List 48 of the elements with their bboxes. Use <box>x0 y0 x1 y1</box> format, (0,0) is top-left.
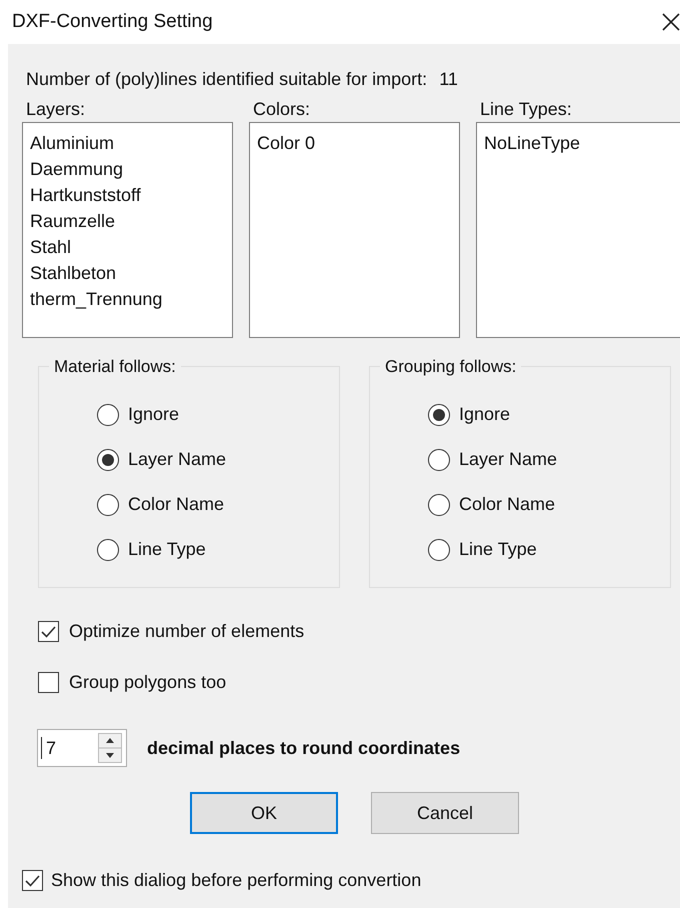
radio-button[interactable] <box>428 494 450 516</box>
radio-label: Line Type <box>459 538 537 561</box>
radio-label: Layer Name <box>459 448 558 471</box>
radio-label: Color Name <box>459 493 556 516</box>
radio-label: Color Name <box>128 493 224 516</box>
count-value: 11 <box>439 68 458 91</box>
list-box[interactable]: Aluminium Daemmung Hartkunststoff Raumzelle Stahl Stahlbeton therm_Trennung <box>22 122 233 338</box>
checkbox-label: Optimize number of elements <box>69 620 304 643</box>
radio-button[interactable] <box>428 448 450 470</box>
list-box[interactable]: NoLineType <box>476 122 680 338</box>
checkmark-icon <box>41 626 56 638</box>
radio-button[interactable] <box>428 538 450 560</box>
cancel-button[interactable]: Cancel <box>371 792 519 834</box>
list-label: Colors: <box>252 98 312 121</box>
list-item[interactable]: Stahlbeton <box>30 260 232 286</box>
count-label: Number of (poly)lines identified suitable for import: <box>26 68 428 91</box>
radio-label: Layer Name <box>128 448 226 471</box>
number-spinner[interactable]: 7 <box>37 729 127 767</box>
radio-button[interactable] <box>97 404 119 426</box>
list-item[interactable]: Color 0 <box>257 130 459 156</box>
radio-label: Line Type <box>128 538 206 561</box>
window-title: DXF-Converting Setting <box>12 10 213 34</box>
decimals-label: decimal places to round coordinates <box>147 736 460 760</box>
list-item[interactable]: Raumzelle <box>30 208 232 234</box>
list-item[interactable]: Stahl <box>30 234 232 260</box>
radio-button[interactable] <box>97 538 119 560</box>
checkbox-label: Group polygons too <box>69 671 226 694</box>
radio-label: Ignore <box>459 403 510 426</box>
list-item[interactable]: therm_Trennung <box>30 286 232 312</box>
checkmark-icon <box>25 874 40 886</box>
spinner-arrows-icon <box>98 733 122 763</box>
list-box[interactable]: Color 0 <box>249 122 460 338</box>
list-label: Line Types: <box>479 98 573 121</box>
ok-button[interactable]: OK <box>190 792 338 834</box>
list-item[interactable]: Hartkunststoff <box>30 182 232 208</box>
checkbox[interactable] <box>22 870 43 891</box>
list-item[interactable]: Aluminium <box>30 130 232 156</box>
radio-button[interactable] <box>97 448 119 470</box>
checkbox-label: Show this dialiog before performing convertion <box>51 869 422 892</box>
radio-label: Ignore <box>128 403 180 426</box>
checkbox[interactable] <box>38 621 59 642</box>
list-item[interactable]: NoLineType <box>484 130 680 156</box>
list-item[interactable]: Daemmung <box>30 156 232 182</box>
close-icon <box>662 13 680 31</box>
checkbox[interactable] <box>38 672 59 693</box>
list-label: Layers: <box>25 98 86 121</box>
radio-button[interactable] <box>428 404 450 426</box>
radio-button[interactable] <box>97 494 119 516</box>
